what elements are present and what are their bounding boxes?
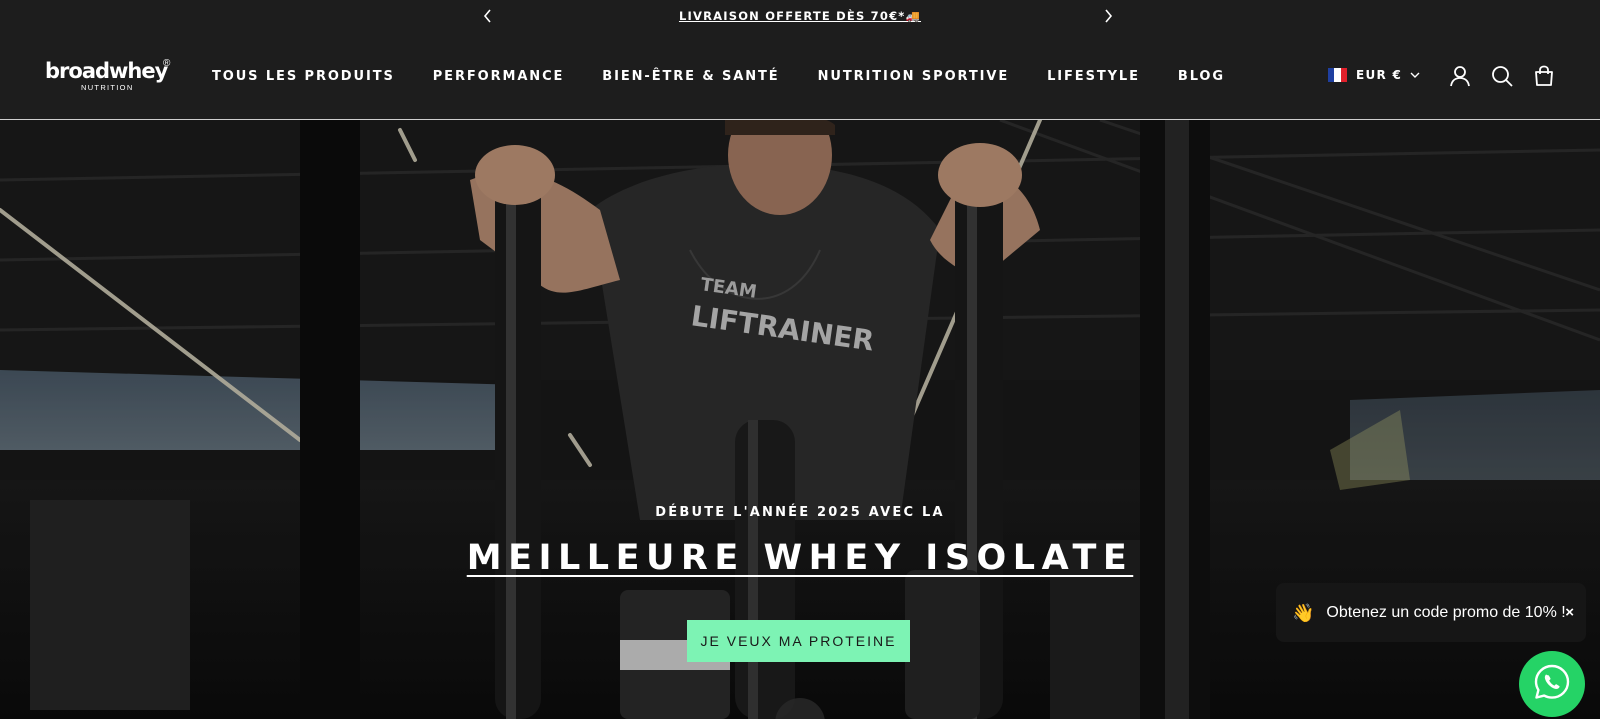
currency-label: EUR €	[1356, 68, 1403, 82]
logo-registered-mark: ®	[163, 58, 171, 69]
nav-item-all-products[interactable]: TOUS LES PRODUITS	[212, 69, 395, 84]
hero-banner: TEAM LIFTRAINER DÉBUTE L'ANNÉE 2025 AVEC…	[0, 120, 1600, 719]
chevron-left-icon[interactable]	[478, 6, 498, 26]
search-icon[interactable]	[1491, 65, 1513, 87]
announcement-message[interactable]: LIVRAISON OFFERTE DÈS 70€*🚚	[679, 9, 921, 23]
close-icon[interactable]: ×	[1565, 604, 1574, 621]
account-icon[interactable]	[1449, 65, 1471, 87]
whatsapp-button[interactable]	[1519, 651, 1585, 717]
hero-title-link[interactable]: MEILLEURE WHEY ISOLATE	[467, 538, 1134, 578]
chevron-right-icon[interactable]	[1098, 6, 1118, 26]
announcement-bar: LIVRAISON OFFERTE DÈS 70€*🚚	[0, 0, 1600, 32]
site-header: broadwhey ® NUTRITION TOUS LES PRODUITS …	[0, 32, 1600, 120]
chevron-down-icon	[1410, 66, 1420, 84]
nav-item-blog[interactable]: BLOG	[1178, 69, 1225, 84]
whatsapp-icon	[1533, 663, 1571, 706]
hero-pre-title: DÉBUTE L'ANNÉE 2025 AVEC LA	[655, 505, 945, 520]
logo-wordmark: broadwhey	[45, 59, 168, 83]
logo-subtitle: NUTRITION	[81, 83, 134, 92]
brand-logo[interactable]: broadwhey ® NUTRITION	[45, 58, 175, 100]
shop-protein-button[interactable]: JE VEUX MA PROTEINE	[687, 620, 910, 662]
promo-text: Obtenez un code promo de 10% !	[1326, 603, 1566, 621]
promo-popup[interactable]: 👋 Obtenez un code promo de 10% ! ×	[1276, 583, 1586, 642]
hero-title: MEILLEURE WHEY ISOLATE	[0, 538, 1600, 578]
waving-hand-icon: 👋	[1292, 602, 1315, 623]
currency-selector[interactable]: EUR €	[1328, 66, 1420, 84]
nav-item-lifestyle[interactable]: LIFESTYLE	[1047, 69, 1140, 84]
nav-item-wellbeing-health[interactable]: BIEN-ÊTRE & SANTÉ	[602, 69, 779, 84]
nav-item-sports-nutrition[interactable]: NUTRITION SPORTIVE	[818, 69, 1010, 84]
cart-icon[interactable]	[1533, 65, 1555, 87]
main-nav: TOUS LES PRODUITS PERFORMANCE BIEN-ÊTRE …	[212, 32, 1225, 120]
nav-item-performance[interactable]: PERFORMANCE	[433, 69, 565, 84]
france-flag-icon	[1328, 68, 1347, 82]
